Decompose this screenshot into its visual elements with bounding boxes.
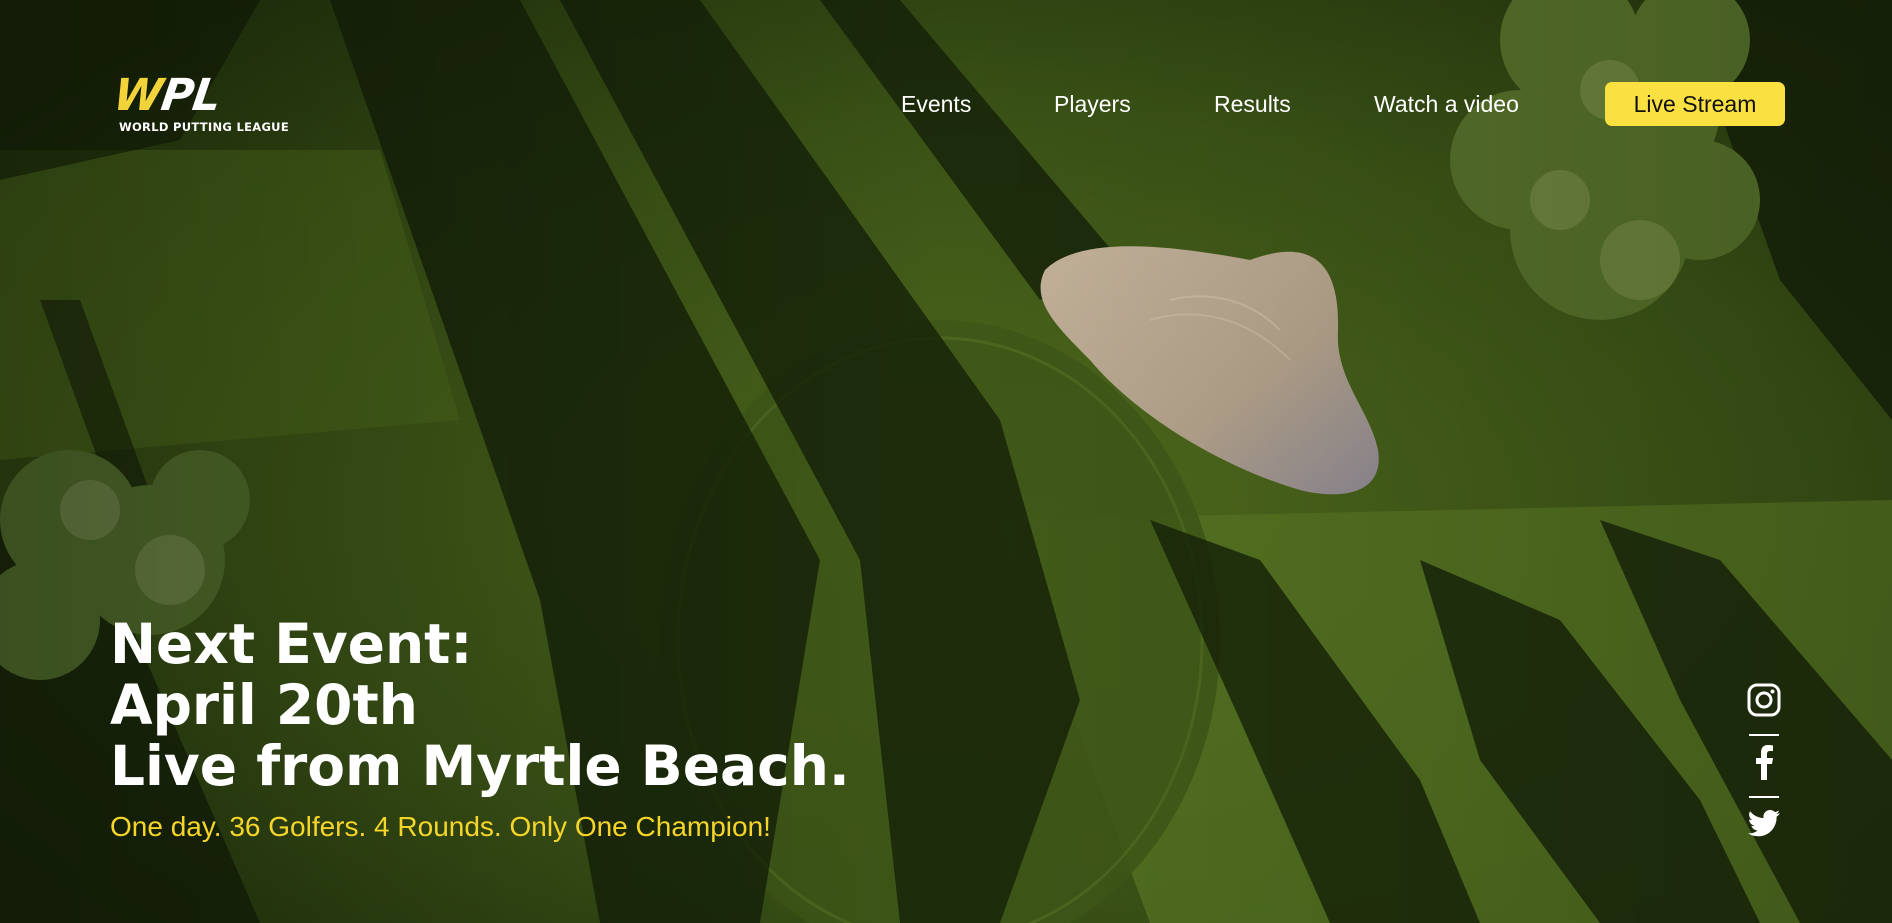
twitter-icon — [1747, 809, 1781, 844]
social-divider — [1749, 796, 1779, 798]
facebook-icon — [1753, 744, 1775, 785]
headline-line: April 20th — [110, 673, 418, 737]
hero-tagline: One day. 36 Golfers. 4 Rounds. Only One … — [110, 811, 771, 842]
live-stream-button[interactable]: Live Stream — [1605, 82, 1785, 126]
headline-line: Next Event: — [110, 612, 473, 676]
hero-headline: Next Event: April 20th Live from Myrtle … — [110, 614, 850, 797]
facebook-link[interactable] — [1744, 744, 1784, 784]
instagram-icon — [1747, 683, 1781, 722]
logo-mark: WPL — [110, 70, 224, 121]
logo-subtitle: WORLD PUTTING LEAGUE — [119, 120, 289, 134]
nav-players[interactable]: Players — [1054, 82, 1131, 126]
headline-line: Live from Myrtle Beach. — [110, 734, 850, 798]
instagram-link[interactable] — [1744, 682, 1784, 722]
nav-events[interactable]: Events — [901, 82, 971, 126]
wpl-logo[interactable]: WPL WORLD PUTTING LEAGUE — [110, 70, 288, 136]
nav-watch-video[interactable]: Watch a video — [1374, 82, 1519, 126]
twitter-link[interactable] — [1744, 806, 1784, 846]
nav-results[interactable]: Results — [1214, 82, 1291, 126]
social-divider — [1749, 734, 1779, 736]
